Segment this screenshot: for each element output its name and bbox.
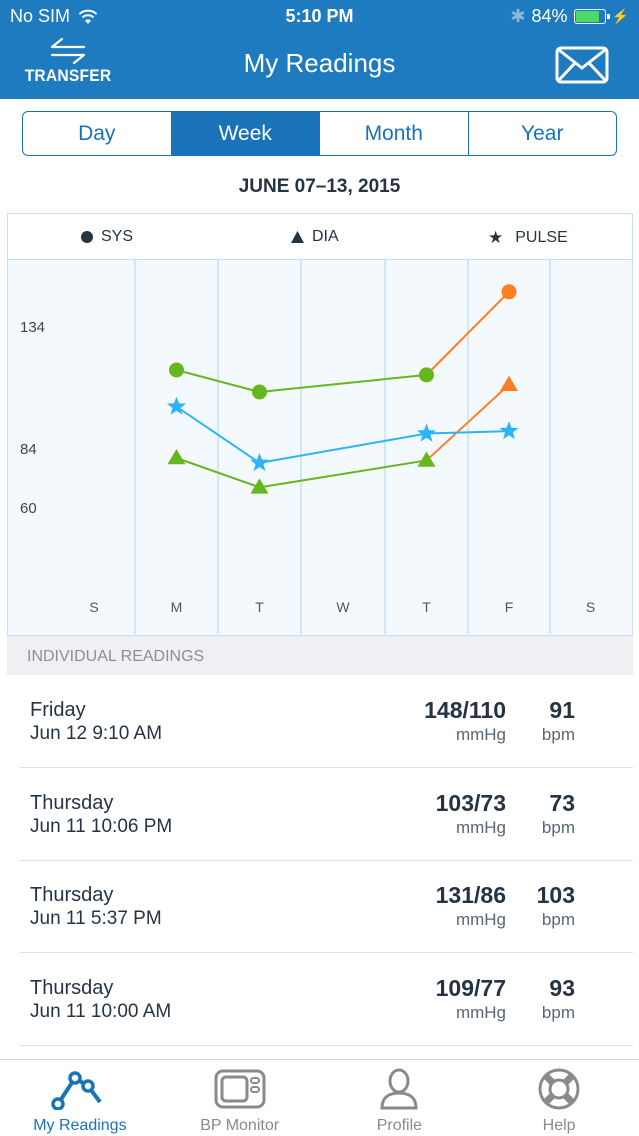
reading-pulse-value: 73 [549, 789, 575, 816]
battery-icon [573, 9, 610, 24]
data-point-pulse [416, 423, 437, 442]
reading-datetime: Jun 12 9:10 AM [30, 723, 163, 744]
tab-profile[interactable]: Profile [320, 1060, 480, 1136]
star-icon: ★ [488, 228, 504, 247]
tab-my-readings[interactable]: My Readings [0, 1060, 160, 1136]
date-range: JUNE 07–13, 2015 [238, 176, 401, 197]
tab-day[interactable]: Day [23, 112, 172, 155]
x-tick-label: S [89, 599, 98, 615]
section-header: INDIVIDUAL READINGS [7, 636, 633, 675]
data-point-sys [252, 384, 267, 400]
reading-pulse-unit: bpm [541, 1002, 575, 1022]
data-point-sys [419, 367, 434, 383]
reading-pulse-unit: bpm [541, 725, 575, 744]
x-tick-label: F [505, 599, 514, 615]
tab-year[interactable]: Year [469, 112, 617, 155]
lifebuoy-icon [538, 1068, 580, 1110]
tab-my-readings-label: My Readings [33, 1117, 127, 1134]
data-point-sys [169, 362, 184, 378]
legend-pulse-label: PULSE [515, 229, 568, 246]
series-line-pulse [259, 432, 427, 464]
readings-chart: SYS DIA ★ PULSE 134 84 60 S M T W T F S [7, 213, 633, 636]
reading-pulse-unit: bpm [541, 817, 575, 837]
tab-week[interactable]: Week [171, 112, 320, 155]
reading-datetime: Jun 11 5:37 PM [30, 908, 162, 929]
reading-bp-unit: mmHg [455, 725, 506, 744]
data-point-pulse [249, 452, 270, 471]
chart-plot: 134 84 60 S M T W T F S [20, 260, 595, 634]
y-axis-ticks: 134 84 60 [20, 319, 45, 517]
reading-bp-unit: mmHg [455, 910, 506, 929]
reading-bp-unit: mmHg [455, 1002, 506, 1022]
reading-day: Friday [30, 699, 86, 721]
reading-datetime: Jun 11 10:06 PM [30, 815, 173, 837]
y-tick-label: 134 [20, 319, 45, 336]
period-selector: Day Week Month Year [22, 111, 617, 156]
person-icon [380, 1068, 418, 1110]
reading-pulse-unit: bpm [541, 910, 575, 929]
monitor-icon [214, 1069, 266, 1109]
reading-pulse-value: 91 [549, 697, 575, 723]
reading-row[interactable]: Thursday Jun 11 10:00 AM 109/77 mmHg 93 bpm [20, 953, 633, 1046]
series-line-pulse [426, 430, 510, 435]
tab-help-label: Help [542, 1117, 576, 1134]
triangle-icon [291, 231, 304, 243]
x-tick-label: W [336, 599, 350, 615]
legend-dia-label: DIA [312, 228, 339, 245]
tab-bar: My Readings BP Monitor Profile Help [0, 1059, 639, 1136]
app-header: No SIM 5:10 PM ✱ 84% ⚡ TRANSFER My Readi… [0, 0, 639, 99]
x-tick-label: T [255, 599, 264, 615]
status-bar: No SIM 5:10 PM ✱ 84% ⚡ [0, 0, 639, 34]
series-lines [175, 291, 510, 489]
reading-pulse-value: 93 [549, 974, 575, 1001]
chart-legend: SYS DIA ★ PULSE [8, 214, 632, 260]
reading-bp-value: 103/73 [435, 789, 506, 816]
tab-bp-monitor[interactable]: BP Monitor [160, 1060, 320, 1136]
x-tick-label: S [586, 599, 595, 615]
series-markers [166, 284, 519, 494]
tab-month[interactable]: Month [320, 112, 469, 155]
envelope-icon[interactable] [555, 46, 609, 84]
reading-bp-value: 131/86 [435, 882, 506, 908]
reading-day: Thursday [30, 791, 114, 814]
chart-grid [134, 260, 551, 634]
reading-pulse-value: 103 [536, 882, 575, 908]
charging-icon: ⚡ [611, 8, 629, 24]
legend-sys-label: SYS [101, 228, 134, 245]
x-tick-label: T [422, 599, 431, 615]
battery-percent: 84% [531, 6, 568, 26]
x-axis-ticks: SMTWTFS [89, 599, 595, 615]
legend-sys: SYS [81, 228, 133, 246]
data-point-dia [167, 449, 186, 465]
reading-bp-unit: mmHg [455, 817, 506, 837]
data-point-pulse [499, 421, 519, 440]
reading-bp-value: 148/110 [424, 697, 506, 723]
reading-row[interactable]: Thursday Jun 11 10:06 PM 103/73 mmHg 73 bpm [20, 768, 633, 861]
y-tick-label: 84 [20, 441, 37, 458]
bluetooth-icon: ✱ [510, 6, 526, 26]
reading-bp-value: 109/77 [435, 974, 506, 1001]
series-line-dia [259, 459, 427, 489]
reading-day: Thursday [30, 976, 114, 999]
reading-day: Thursday [30, 884, 114, 906]
tab-profile-label: Profile [376, 1117, 423, 1134]
reading-row[interactable]: Thursday Jun 11 5:37 PM 131/86 mmHg 103 bpm [20, 860, 633, 953]
chart-line-icon [51, 1071, 102, 1110]
tab-help[interactable]: Help [479, 1060, 639, 1136]
nav-bar: TRANSFER My Readings [0, 34, 639, 99]
circle-icon [81, 231, 93, 243]
data-point-sys [501, 284, 517, 300]
reading-row[interactable]: Friday Jun 12 9:10 AM 148/110 mmHg 91 bpm [20, 675, 633, 768]
tab-bp-monitor-label: BP Monitor [200, 1117, 280, 1134]
data-point-dia [500, 375, 518, 391]
page-title: My Readings [243, 48, 396, 78]
series-line-sys [259, 373, 427, 393]
legend-pulse: ★ PULSE [488, 228, 568, 248]
reading-datetime: Jun 11 10:00 AM [30, 1000, 172, 1022]
x-tick-label: M [171, 599, 183, 615]
y-tick-label: 60 [20, 500, 37, 517]
legend-dia: DIA [291, 228, 339, 246]
